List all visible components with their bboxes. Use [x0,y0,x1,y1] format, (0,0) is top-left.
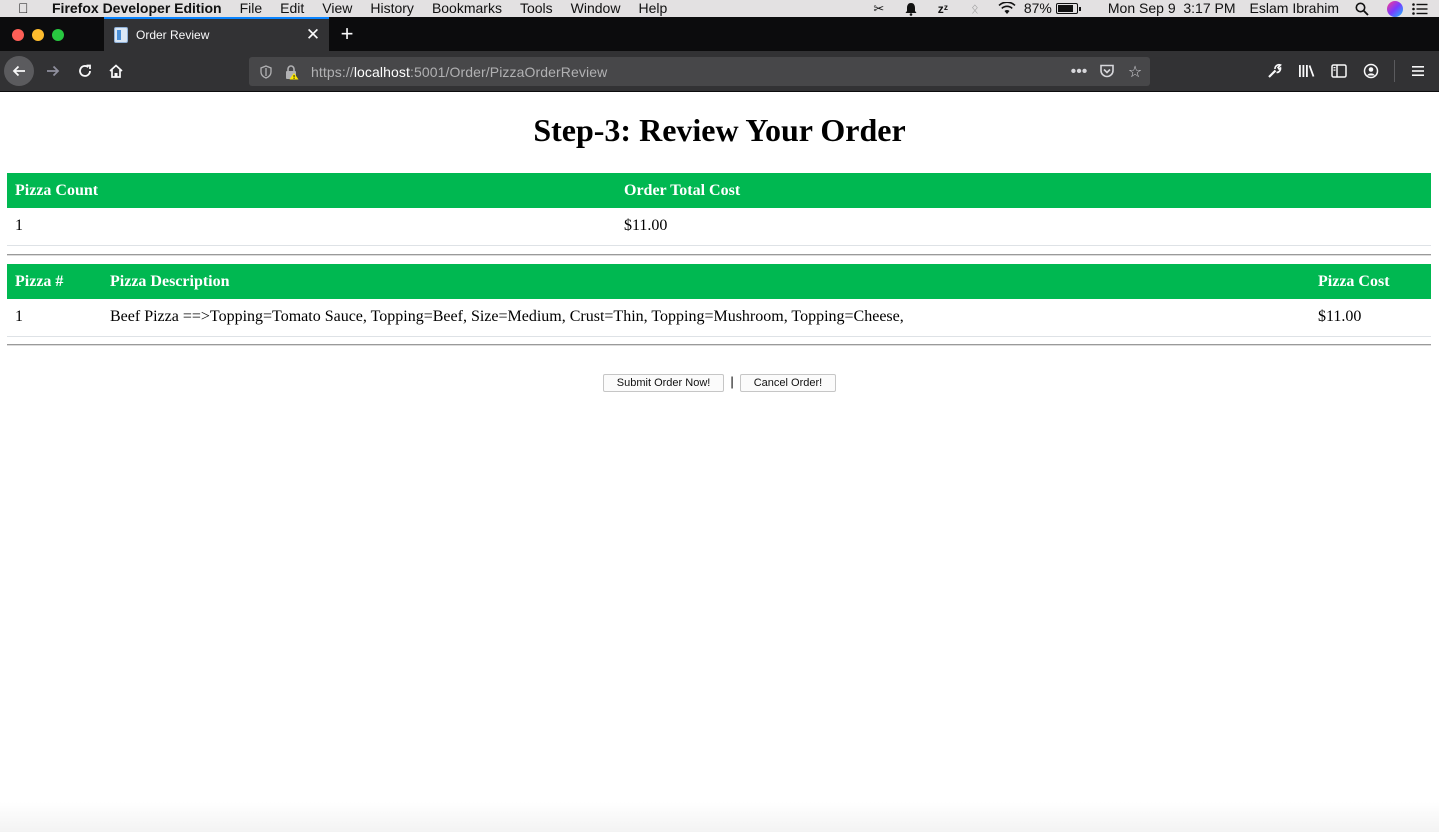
url-scheme: https:// [311,63,354,80]
pocket-icon[interactable] [1098,63,1116,81]
back-arrow-icon[interactable] [4,56,34,86]
order-actions: Submit Order Now! | Cancel Order! [0,374,1439,392]
tab-title: Order Review [136,28,210,42]
submit-order-button[interactable]: Submit Order Now! [602,374,725,392]
macos-menu-bar:  Firefox Developer Edition File Edit Vi… [0,0,1439,17]
status-area: ✂ zᶻ ᛟ 87% Mon Sep 9 3:17 PM Eslam Ibrah… [856,0,1439,17]
header-pizza-number: Pizza # [7,264,102,299]
header-pizza-cost: Pizza Cost [1310,264,1431,299]
wifi-icon[interactable] [998,2,1016,16]
close-tab-icon[interactable]: ✕ [301,23,325,47]
notification-center-icon[interactable] [1411,2,1429,16]
navigation-toolbar: https://localhost:5001/Order/PizzaOrderR… [0,51,1439,92]
toolbar-separator [1394,60,1395,82]
menu-window[interactable]: Window [571,0,621,17]
spotlight-search-icon[interactable] [1353,2,1371,16]
apple-menu-icon[interactable]:  [18,0,36,17]
header-pizza-count: Pizza Count [7,173,616,208]
url-actions: ••• ☆ [1070,57,1144,86]
page-favicon-icon [114,27,128,43]
tracking-protection-shield-icon[interactable] [259,64,273,80]
page-title: Step-3: Review Your Order [533,112,906,148]
menu-bookmarks[interactable]: Bookmarks [432,0,502,17]
cell-order-total-cost: $11.00 [616,208,1431,246]
cell-pizza-cost: $11.00 [1310,299,1431,337]
bluetooth-icon[interactable]: ᛟ [966,1,984,16]
menu-file[interactable]: File [240,0,263,17]
url-text[interactable]: https://localhost:5001/Order/PizzaOrderR… [311,64,607,80]
toolbar-actions [1262,56,1431,86]
page-actions-menu-icon[interactable]: ••• [1070,63,1088,81]
menubar-datetime[interactable]: Mon Sep 9 3:17 PM [1108,0,1236,17]
menu-view[interactable]: View [322,0,352,17]
tab-strip: Order Review ✕ + [0,17,1439,51]
page-content: Step-3: Review Your Order Pizza Count Or… [0,92,1439,832]
window-zoom-button[interactable] [52,29,64,41]
order-items-table: Pizza # Pizza Description Pizza Cost 1 B… [7,264,1431,337]
scissors-icon[interactable]: ✂ [870,1,888,16]
menu-history[interactable]: History [370,0,414,17]
url-host: localhost [353,63,410,80]
menubar-user[interactable]: Eslam Ibrahim [1250,0,1339,17]
account-icon[interactable] [1358,56,1384,86]
divider [7,254,1431,256]
sidebar-toggle-icon[interactable] [1326,56,1352,86]
divider [7,344,1431,346]
cell-pizza-number: 1 [7,299,102,337]
table-header-row: Pizza Count Order Total Cost [7,173,1431,208]
forward-arrow-icon[interactable] [38,56,68,86]
tab-order-review[interactable]: Order Review ✕ [104,17,329,51]
table-row: 1 Beef Pizza ==>Topping=Tomato Sauce, To… [7,299,1431,337]
insecure-lock-warning-icon[interactable] [285,64,299,80]
developer-tools-wrench-icon[interactable] [1262,56,1288,86]
url-bar[interactable]: https://localhost:5001/Order/PizzaOrderR… [249,57,1150,86]
actions-separator: | [730,373,734,389]
battery-fill [1057,5,1074,12]
window-bottom-shadow [0,802,1439,832]
menu-edit[interactable]: Edit [280,0,304,17]
sleep-icon[interactable]: zᶻ [934,2,952,16]
siri-icon[interactable] [1387,0,1403,17]
menu-help[interactable]: Help [638,0,667,17]
header-pizza-description: Pizza Description [102,264,1310,299]
library-icon[interactable] [1294,56,1320,86]
menu-tools[interactable]: Tools [520,0,553,17]
table-row: 1 $11.00 [7,208,1431,246]
cell-pizza-count: 1 [7,208,616,246]
window-close-button[interactable] [12,29,24,41]
header-order-total-cost: Order Total Cost [616,173,1431,208]
order-summary-table: Pizza Count Order Total Cost 1 $11.00 [7,173,1431,246]
reload-icon[interactable] [70,56,100,86]
battery-percent: 87% [1023,0,1052,16]
cell-pizza-description: Beef Pizza ==>Topping=Tomato Sauce, Topp… [102,299,1310,337]
notification-bell-icon[interactable] [902,2,920,16]
hamburger-menu-icon[interactable] [1405,56,1431,86]
new-tab-icon[interactable]: + [334,21,360,47]
cancel-order-button[interactable]: Cancel Order! [739,374,837,392]
window-minimize-button[interactable] [32,29,44,41]
battery-icon[interactable] [1055,3,1081,14]
url-path: :5001/Order/PizzaOrderReview [409,63,608,80]
home-icon[interactable] [101,56,131,86]
table-header-row: Pizza # Pizza Description Pizza Cost [7,264,1431,299]
bookmark-star-icon[interactable]: ☆ [1126,63,1144,81]
menu-app-name[interactable]: Firefox Developer Edition [52,0,222,17]
